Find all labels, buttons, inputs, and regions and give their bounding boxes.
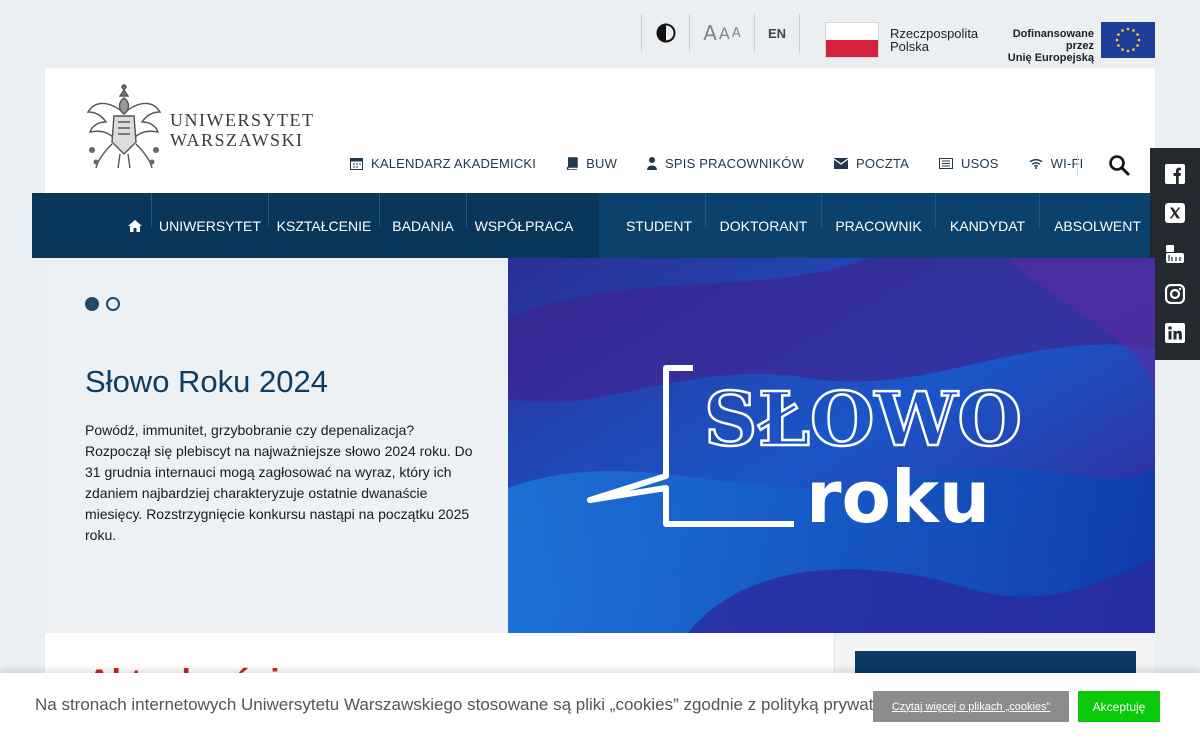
language-switch[interactable]: EN [754,14,800,52]
slider-dot-2[interactable] [106,297,120,311]
main-navigation: UNIWERSYTET KSZTAŁCENIE BADANIA WSPÓŁPRA… [32,193,1155,258]
calendar-icon [350,157,363,170]
quicklink-wifi[interactable]: WI-FI [1029,156,1084,171]
slider-dot-1[interactable] [85,297,99,311]
quicklink-staff-directory[interactable]: SPIS PRACOWNIKÓW [647,156,804,171]
instagram-icon[interactable] [1165,284,1185,304]
quick-links: KALENDARZ AKADEMICKI BUW SPIS PRACOWNIKÓ… [335,154,1098,172]
person-icon [647,156,658,170]
svg-text:roku: roku [806,455,990,539]
envelope-icon [834,157,849,169]
quicklink-calendar[interactable]: KALENDARZ AKADEMICKI [350,156,536,171]
site-header: UNIWERSYTET WARSZAWSKI KALENDARZ AKADEMI… [45,68,1155,193]
list-icon [939,157,954,169]
cookie-more-button[interactable]: Czytaj więcej o plikach „cookies” [873,691,1069,722]
nav-doktorant[interactable]: DOKTORANT [706,193,821,258]
hero-image[interactable]: SŁOWO roku [508,258,1155,633]
hero-title[interactable]: Słowo Roku 2024 [85,364,328,400]
eu-flag-icon [1101,22,1155,58]
facebook-icon[interactable] [1165,164,1185,184]
cookie-accept-button[interactable]: Akceptuję [1078,691,1160,722]
book-icon [566,156,578,170]
top-utility-bar: A A A EN Rzeczpospolita Polska Dofinanso… [0,0,1200,68]
nav-ksztalcenie[interactable]: KSZTAŁCENIE [269,193,379,258]
contrast-toggle[interactable] [641,14,689,52]
font-size-large[interactable]: A [703,21,717,45]
nav-home[interactable] [120,193,150,258]
nav-pracownik[interactable]: PRACOWNIK [822,193,935,258]
youtube-icon[interactable] [1165,244,1185,264]
wifi-icon [1029,158,1043,169]
accessibility-tools: A A A EN [641,14,800,52]
font-size-small[interactable]: A [732,26,741,41]
poland-label: Rzeczpospolita Polska [890,26,979,54]
font-size-medium[interactable]: A [719,24,730,43]
university-name: UNIWERSYTET WARSZAWSKI [170,110,315,150]
nav-absolwent[interactable]: ABSOLWENT [1040,193,1155,258]
cookie-banner: Na stronach internetowych Uniwersytetu W… [0,673,1200,740]
header-divider [1077,152,1078,176]
poland-flag [825,22,879,58]
linkedin-icon[interactable] [1165,323,1185,343]
svg-text:SŁOWO: SŁOWO [704,377,1022,463]
x-icon[interactable] [1165,203,1185,223]
font-size-controls: A A A [689,14,754,52]
hero-description: Powódź, immunitet, grzybobranie czy depe… [85,422,473,543]
quicklink-buw[interactable]: BUW [566,156,617,171]
cookie-message: Na stronach internetowych Uniwersytetu W… [35,695,918,714]
nav-kandydat[interactable]: KANDYDAT [936,193,1039,258]
nav-badania[interactable]: BADANIA [380,193,466,258]
hero-slide-text: Słowo Roku 2024 Powódź, immunitet, grzyb… [45,258,508,633]
quicklink-mail[interactable]: POCZTA [834,156,909,171]
slider-pagination [85,297,127,311]
social-sidebar [1150,148,1200,360]
contrast-icon [656,23,675,43]
search-icon[interactable] [1107,153,1131,177]
quicklink-usos[interactable]: USOS [939,156,999,171]
nav-uniwersytet[interactable]: UNIWERSYTET [152,193,268,258]
eagle-emblem-icon [86,84,162,169]
nav-student[interactable]: STUDENT [614,193,704,258]
slowo-roku-graphic: SŁOWO roku [508,258,1155,633]
university-logo[interactable]: UNIWERSYTET WARSZAWSKI [84,82,324,174]
home-icon [128,219,142,232]
eu-funding-label: Dofinansowane przez Unię Europejską [1007,28,1094,64]
nav-wspolpraca[interactable]: WSPÓŁPRACA [467,193,581,258]
